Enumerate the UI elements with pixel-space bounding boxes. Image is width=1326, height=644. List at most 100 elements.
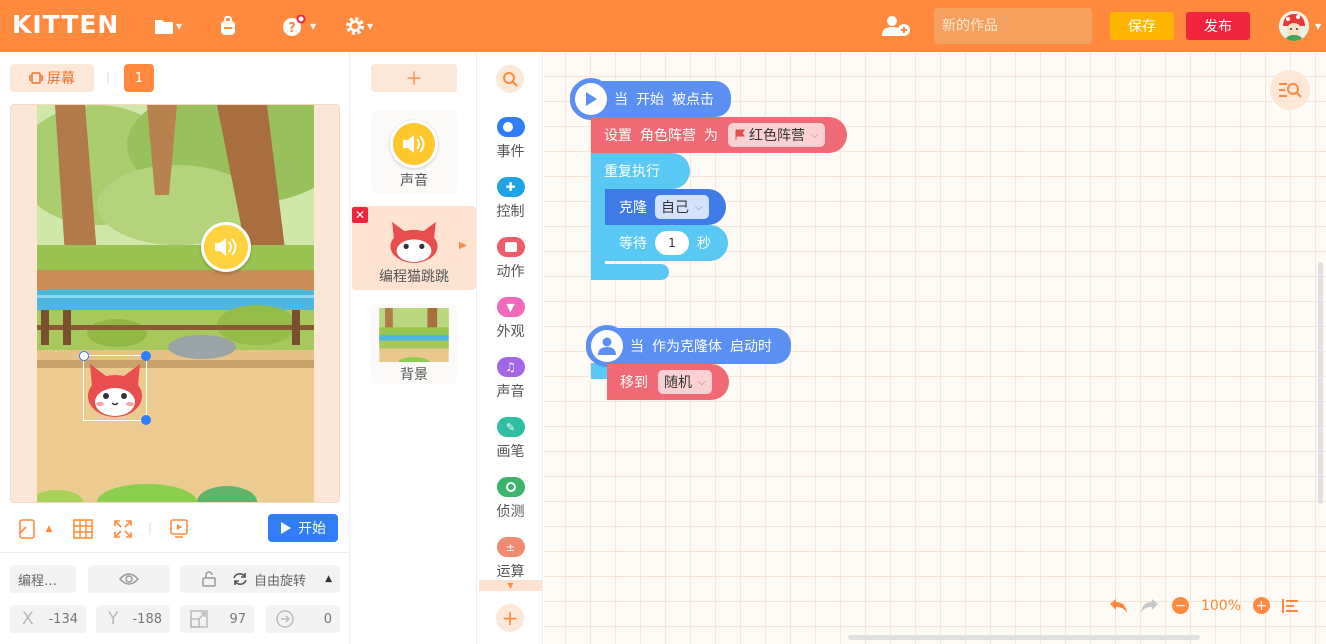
when-cloned-block[interactable]: 当 作为克隆体 启动时: [586, 325, 791, 367]
screen-button[interactable]: 屏幕: [10, 64, 94, 92]
publish-button[interactable]: 发布: [1186, 12, 1250, 40]
app-logo: KITTEN: [12, 10, 120, 39]
chevron-right-icon[interactable]: ▶: [459, 240, 467, 251]
sound-sprite[interactable]: [201, 222, 251, 272]
collaborate-button[interactable]: [882, 14, 910, 38]
add-extension-button[interactable]: +: [496, 604, 524, 632]
caret-up-icon: ▲: [325, 574, 332, 584]
chevron-down-icon: ▼: [310, 21, 317, 31]
clone-target-dropdown[interactable]: 自己 ⌵: [655, 195, 709, 219]
direction-field[interactable]: 0: [266, 605, 340, 633]
size-field[interactable]: 97: [180, 605, 254, 633]
sprite-item-background[interactable]: 背景: [371, 304, 457, 384]
start-button[interactable]: 开始: [268, 514, 338, 542]
category-looks[interactable]: ▼ 外观: [478, 294, 543, 350]
wait-seconds-input[interactable]: 1: [655, 231, 689, 255]
start-label: 开始: [298, 521, 326, 537]
toggle-icon: [496, 117, 525, 137]
help-icon: ?: [283, 15, 306, 36]
stage-canvas[interactable]: [37, 105, 314, 502]
cat-sprite[interactable]: [79, 351, 151, 425]
help-menu[interactable]: ? ▼: [282, 14, 316, 38]
hat-icon: [570, 78, 612, 120]
cat-image: [88, 364, 142, 417]
set-variable-block[interactable]: 设置 角色阵营 为 红色阵营 ⌵: [591, 117, 847, 153]
sprite-item-sound[interactable]: 声音: [371, 110, 457, 194]
category-events[interactable]: 事件: [478, 114, 543, 170]
y-label: Y: [108, 609, 119, 629]
y-value: -188: [132, 611, 162, 627]
category-label: 画笔: [496, 444, 525, 460]
code-workspace[interactable]: 当 开始 被点击 设置 角色阵营 为 红色阵营 ⌵ 重复执行 克隆 自己 ⌵ 等…: [544, 52, 1326, 644]
rotate-icon: [233, 573, 247, 585]
block-text: 被点击: [672, 92, 714, 108]
repeat-footer: [591, 264, 669, 280]
y-field[interactable]: Y -188: [96, 605, 170, 633]
undo-icon[interactable]: [1108, 598, 1128, 614]
fullscreen-button[interactable]: [112, 517, 134, 541]
play-preview-button[interactable]: [168, 517, 190, 541]
visibility-toggle[interactable]: [88, 565, 170, 593]
settings-menu[interactable]: ▼: [345, 14, 373, 38]
add-sprite-button[interactable]: ＋: [371, 64, 457, 92]
variable-value-dropdown[interactable]: 红色阵营 ⌵: [728, 123, 825, 147]
wait-block[interactable]: 等待 1 秒: [605, 225, 728, 261]
when-start-clicked-block[interactable]: 当 开始 被点击: [570, 78, 731, 120]
dropdown-value: 红色阵营: [749, 128, 805, 144]
fullscreen-icon: [114, 520, 132, 538]
pen-icon: ✎: [496, 417, 525, 437]
go-to-block[interactable]: 移到 随机 ⌵: [607, 364, 729, 400]
caret-up-icon[interactable]: ▲: [42, 517, 56, 541]
hat-icon: [586, 325, 628, 367]
x-field[interactable]: X -134: [10, 605, 86, 633]
zoom-out-button[interactable]: −: [1171, 597, 1189, 614]
block-text: 为: [704, 128, 718, 144]
sprite-name: 声音: [400, 173, 428, 189]
category-motion[interactable]: 动作: [478, 234, 543, 290]
sprite-list-panel: ＋ 声音 编程猫跳跳 ✕ ▶ 背景: [351, 52, 477, 644]
file-menu[interactable]: ▼: [154, 14, 182, 38]
play-icon: [586, 92, 597, 106]
grid-button[interactable]: [72, 517, 94, 541]
block-text: 启动时: [730, 339, 772, 355]
save-button[interactable]: 保存: [1110, 12, 1174, 40]
category-control[interactable]: ✚ 控制: [478, 174, 543, 230]
resize-handle-icon[interactable]: [141, 415, 151, 425]
delete-sprite-button[interactable]: ✕: [352, 207, 368, 223]
vertical-scrollbar[interactable]: [1318, 262, 1323, 504]
category-sound[interactable]: ♫ 声音: [478, 354, 543, 410]
target-icon: [496, 477, 525, 497]
project-title-input[interactable]: [934, 8, 1092, 44]
backpack-button[interactable]: [218, 14, 238, 38]
avatar[interactable]: [1279, 11, 1309, 41]
redo-icon[interactable]: [1140, 598, 1160, 614]
rotate-handle-icon[interactable]: [141, 351, 151, 361]
category-sensing[interactable]: 侦测: [478, 474, 543, 530]
clone-block[interactable]: 克隆 自己 ⌵: [605, 189, 726, 225]
sprite-props-row-1: 编程… 自由旋转 ▲: [10, 565, 340, 593]
more-categories-chevron-icon[interactable]: ▼: [479, 580, 542, 591]
go-to-target-dropdown[interactable]: 随机 ⌵: [658, 370, 712, 394]
block-text: 作为克隆体: [652, 339, 722, 355]
portrait-mode-button[interactable]: [16, 517, 38, 541]
workspace-search-button[interactable]: [1270, 70, 1310, 110]
category-label: 运算: [496, 564, 525, 580]
clone-user-icon: [598, 337, 616, 355]
speaker-thumb-icon: [390, 120, 438, 168]
category-pen[interactable]: ✎ 画笔: [478, 414, 543, 470]
horizontal-scrollbar[interactable]: [848, 635, 1200, 640]
sprite-item-cat[interactable]: 编程猫跳跳: [352, 206, 476, 290]
zoom-in-button[interactable]: +: [1253, 597, 1270, 614]
sprite-name-field[interactable]: 编程…: [10, 565, 76, 593]
chevron-down-icon[interactable]: ▼: [1315, 22, 1321, 31]
sprite-handle-icon[interactable]: [79, 351, 89, 361]
motion-icon: [496, 237, 525, 257]
block-search-button[interactable]: [496, 65, 524, 93]
screen-1-tab[interactable]: 1: [124, 64, 154, 92]
chevron-down-icon: ⌵: [811, 129, 819, 141]
dropdown-value: 自己: [661, 200, 689, 216]
rotation-mode-select[interactable]: 自由旋转 ▲: [220, 565, 340, 593]
plus-icon: +: [501, 606, 519, 630]
stage-panel: 屏幕 | 1 ▲ | 开始 编程… 自由旋转 ▲ X -134 Y -188 9…: [0, 52, 350, 644]
align-blocks-icon[interactable]: [1282, 598, 1300, 614]
